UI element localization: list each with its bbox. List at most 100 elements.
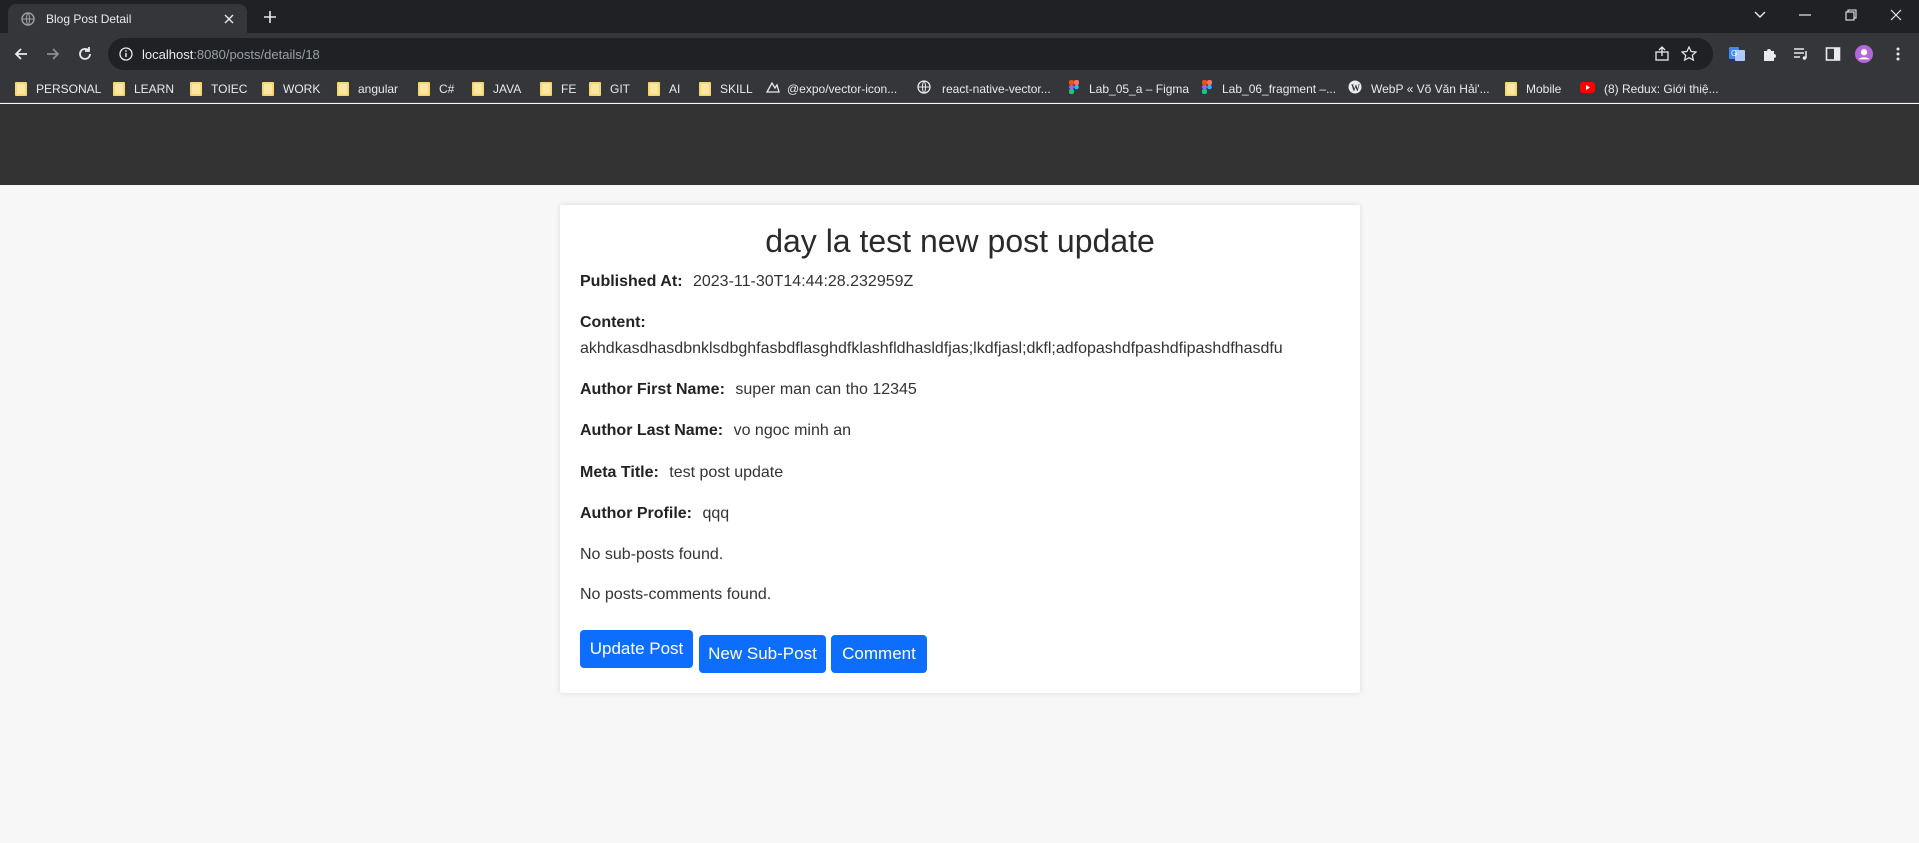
author-profile-value: qqq — [702, 505, 730, 522]
author-profile-row: Author Profile: qqq — [580, 505, 729, 523]
site-info-icon[interactable] — [118, 46, 134, 62]
reload-icon[interactable] — [73, 42, 97, 66]
meta-title-label: Meta Title: — [580, 464, 659, 481]
url-text[interactable]: localhost:8080/posts/details/18 — [142, 47, 320, 62]
profile-avatar-icon[interactable] — [1855, 45, 1873, 63]
side-panel-icon[interactable] — [1824, 45, 1842, 63]
post-title: day la test new post update — [765, 223, 1155, 259]
bookmark-item[interactable]: PERSONAL — [15, 80, 101, 98]
folder-icon — [113, 82, 125, 96]
globe-icon — [20, 11, 36, 27]
svg-text:G: G — [1731, 49, 1737, 58]
app-header-bar — [0, 104, 1919, 185]
folder-icon — [337, 82, 349, 96]
bookmark-label: PERSONAL — [36, 82, 102, 96]
folder-icon — [262, 82, 274, 96]
bookmark-label: WebP « Võ Văn Hải'... — [1371, 82, 1490, 96]
close-tab-icon[interactable] — [221, 11, 237, 27]
expo-icon — [765, 80, 780, 99]
bookmark-label: C# — [439, 82, 455, 96]
bookmark-item[interactable]: Lab_05_a – Figma — [1069, 79, 1190, 99]
update-post-button[interactable]: Update Post — [580, 630, 693, 668]
browser-toolbar: localhost:8080/posts/details/18 G — [0, 33, 1919, 75]
browser-tab-active[interactable]: Blog Post Detail — [8, 4, 247, 33]
browser-tabstrip: Blog Post Detail — [0, 0, 1919, 33]
bookmark-label: GIT — [610, 82, 630, 96]
meta-title-value: test post update — [669, 464, 784, 481]
folder-icon — [648, 82, 660, 96]
media-controls-icon[interactable] — [1792, 45, 1810, 63]
extensions-puzzle-icon[interactable] — [1760, 45, 1778, 63]
bookmark-item[interactable]: FE — [540, 80, 576, 98]
folder-icon — [589, 82, 601, 96]
svg-text:W: W — [1351, 83, 1360, 93]
bookmark-label: Lab_05_a – Figma — [1089, 82, 1190, 96]
new-subpost-button[interactable]: New Sub-Post — [699, 635, 826, 673]
author-last-name-row: Author Last Name: vo ngoc minh an — [580, 422, 851, 440]
author-profile-label: Author Profile: — [580, 505, 692, 522]
tab-search-icon[interactable] — [1737, 0, 1782, 30]
published-at-row: Published At: 2023-11-30T14:44:28.232959… — [580, 273, 913, 291]
folder-icon — [190, 82, 202, 96]
back-arrow-icon[interactable] — [9, 42, 33, 66]
wordpress-icon: W — [1348, 80, 1362, 99]
comment-button[interactable]: Comment — [831, 635, 927, 673]
bookmark-label: @expo/vector-icon... — [787, 82, 898, 96]
bookmark-item[interactable]: SKILL — [699, 80, 753, 98]
forward-arrow-icon[interactable] — [41, 42, 65, 66]
bookmark-label: LEARN — [134, 82, 175, 96]
folder-icon — [418, 82, 430, 96]
bookmark-label: WORK — [283, 82, 321, 96]
translate-extension-icon[interactable]: G — [1728, 45, 1746, 63]
bookmark-item[interactable]: W WebP « Võ Văn Hải'... — [1348, 80, 1490, 98]
post-detail-card: day la test new post update Published At… — [560, 205, 1360, 693]
figma-icon — [1202, 79, 1212, 99]
published-at-label: Published At: — [580, 273, 683, 290]
no-comments-message: No posts-comments found. — [580, 586, 772, 603]
bookmark-item[interactable]: Lab_06_fragment –... — [1202, 79, 1337, 99]
more-menu-icon[interactable] — [1889, 45, 1907, 63]
share-icon[interactable] — [1653, 45, 1671, 63]
bookmark-item[interactable]: GIT — [589, 80, 630, 98]
bookmark-item[interactable]: react-native-vector... — [917, 79, 1051, 99]
bookmark-item[interactable]: Mobile — [1505, 80, 1561, 98]
new-tab-icon[interactable] — [260, 7, 280, 27]
address-bar[interactable]: localhost:8080/posts/details/18 — [108, 38, 1713, 70]
bookmark-label: react-native-vector... — [942, 82, 1051, 96]
content-label-row: Content: — [580, 314, 652, 332]
bookmark-item[interactable]: @expo/vector-icon... — [765, 80, 898, 99]
bookmark-item[interactable]: angular — [337, 80, 398, 98]
bookmark-label: Lab_06_fragment –... — [1222, 82, 1337, 96]
content-value: akhdkasdhasdbnklsdbghfasbdflasghdfklashf… — [580, 340, 1283, 357]
restore-icon[interactable] — [1828, 0, 1873, 30]
bookmark-item[interactable]: LEARN — [113, 80, 174, 98]
minimize-icon[interactable] — [1782, 0, 1827, 30]
bookmarks-bar: PERSONAL LEARN TOIEC WORK angular C# JAV… — [0, 75, 1919, 103]
folder-icon — [1505, 82, 1517, 96]
close-window-icon[interactable] — [1873, 0, 1918, 30]
bookmark-label: FE — [561, 82, 577, 96]
author-first-name-label: Author First Name: — [580, 381, 725, 398]
bookmark-item[interactable]: AI — [648, 80, 680, 98]
no-subposts-message: No sub-posts found. — [580, 546, 724, 563]
bookmark-label: SKILL — [720, 82, 753, 96]
figma-icon — [1069, 79, 1079, 99]
globe-icon — [917, 79, 931, 99]
folder-icon — [15, 82, 27, 96]
content-label: Content: — [580, 314, 646, 331]
bookmark-label: JAVA — [493, 82, 522, 96]
bookmark-item[interactable]: TOIEC — [190, 80, 247, 98]
youtube-icon — [1580, 80, 1595, 98]
bookmark-star-icon[interactable] — [1680, 45, 1698, 63]
bookmark-item[interactable]: (8) Redux: Giới thiệ... — [1580, 80, 1719, 98]
bookmark-label: TOIEC — [211, 82, 248, 96]
bookmark-item[interactable]: C# — [418, 80, 454, 98]
folder-icon — [699, 82, 711, 96]
bookmark-item[interactable]: JAVA — [472, 80, 521, 98]
author-last-name-label: Author Last Name: — [580, 422, 724, 439]
bookmark-item[interactable]: WORK — [262, 80, 320, 98]
bookmark-label: (8) Redux: Giới thiệ... — [1604, 82, 1719, 96]
author-last-name-value: vo ngoc minh an — [733, 422, 851, 439]
author-first-name-row: Author First Name: super man can tho 123… — [580, 381, 917, 399]
folder-icon — [472, 82, 484, 96]
